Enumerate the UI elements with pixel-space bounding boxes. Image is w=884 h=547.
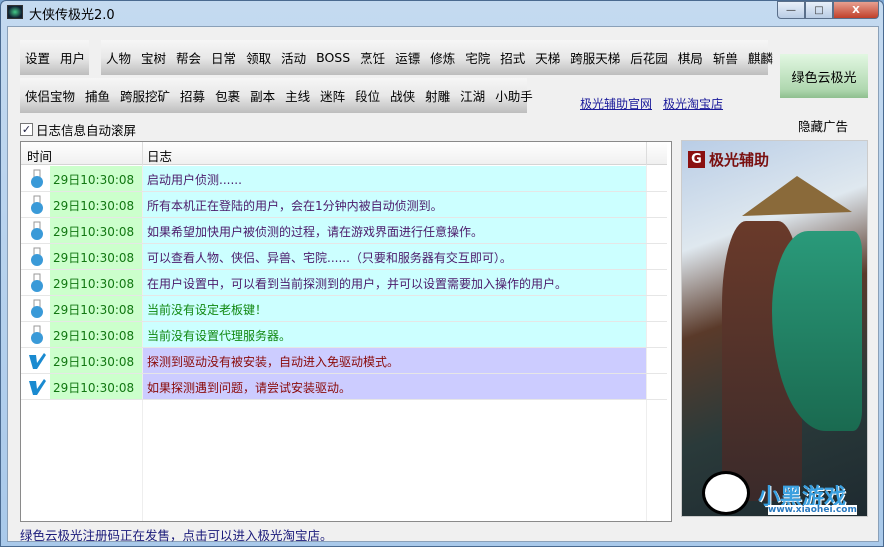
info-flask-icon <box>31 247 43 266</box>
client-area: 设置 用户 人物 宝树 帮会 日常 领取 活动 BOSS 烹饪 运镖 修炼 宅院 招式 天梯 跨服天梯 后花园… <box>7 26 879 544</box>
toolbar-button[interactable]: 宅院 <box>460 48 495 67</box>
toolbar-button[interactable]: 招募 <box>175 86 210 105</box>
column-header-time[interactable]: 时间 <box>27 146 52 165</box>
green-cloud-button[interactable]: 绿色云极光 <box>780 54 868 98</box>
column-header-log[interactable]: 日志 <box>147 146 172 165</box>
log-row[interactable]: 29日10:30:08 在用户设置中，可以看到当前探测到的用户，并可以设置需要加入… <box>21 270 667 296</box>
toolbar-button[interactable]: 捕鱼 <box>80 86 115 105</box>
log-time: 29日10:30:08 <box>50 322 142 347</box>
log-message: 如果探测遇到问题，请尝试安装驱动。 <box>143 374 646 399</box>
auto-scroll-checkbox[interactable]: ✓ 日志信息自动滚屏 <box>20 120 136 139</box>
toolbar-button[interactable]: 招式 <box>495 48 530 67</box>
log-time: 29日10:30:08 <box>50 218 142 243</box>
toolbar-button[interactable]: 小助手 <box>490 86 538 105</box>
log-message: 当前没有设置代理服务器。 <box>143 322 646 347</box>
log-time: 29日10:30:08 <box>50 270 142 295</box>
toolbar-button[interactable]: 帮会 <box>171 48 206 67</box>
hide-ad-button[interactable]: 隐藏广告 <box>798 116 848 135</box>
log-row[interactable]: 29日10:30:08 启动用户侦测...... <box>21 166 667 192</box>
toolbar-button[interactable]: 用户 <box>55 48 90 67</box>
toolbar-button[interactable]: 后花园 <box>625 48 673 67</box>
log-time: 29日10:30:08 <box>50 374 142 399</box>
toolbar-button[interactable]: 修炼 <box>425 48 460 67</box>
log-message: 所有本机正在登陆的用户，会在1分钟内被自动侦测到。 <box>143 192 646 217</box>
checkbox-check-icon[interactable]: ✓ <box>20 123 33 136</box>
info-flask-icon <box>31 169 43 188</box>
toolbar-button[interactable]: 天梯 <box>530 48 565 67</box>
toolbar-button[interactable]: 跨服天梯 <box>565 48 625 67</box>
close-button[interactable]: X <box>833 1 879 19</box>
toolbar-button[interactable]: 日常 <box>206 48 241 67</box>
toolbar-button[interactable]: 活动 <box>276 48 311 67</box>
log-message: 探测到驱动没有被安装，自动进入免驱动模式。 <box>143 348 646 373</box>
driver-check-icon <box>29 379 46 395</box>
log-list[interactable]: 时间 日志 29日10:30:08 启动用户侦测...... 29日10:30:08… <box>20 141 672 522</box>
auto-scroll-label: 日志信息自动滚屏 <box>36 123 137 138</box>
maximize-button[interactable]: □ <box>805 1 833 19</box>
toolbar-button[interactable]: 棋局 <box>673 48 708 67</box>
toolbar-button[interactable]: 副本 <box>245 86 280 105</box>
status-bar-message[interactable]: 绿色云极光注册码正在发售，点击可以进入极光淘宝店。 <box>20 525 333 544</box>
toolbar-button[interactable]: 运镖 <box>390 48 425 67</box>
log-message: 可以查看人物、侠侣、异兽、宅院......（只要和服务器有交互即可）。 <box>143 244 646 269</box>
log-message: 当前没有设定老板键！ <box>143 296 646 321</box>
log-row[interactable]: 29日10:30:08 可以查看人物、侠侣、异兽、宅院......（只要和服务器有… <box>21 244 667 270</box>
log-row[interactable]: 29日10:30:08 当前没有设定老板键！ <box>21 296 667 322</box>
toolbar-button[interactable]: 麒麟 <box>743 48 778 67</box>
info-flask-icon <box>31 273 43 292</box>
toolbar-button[interactable]: 主线 <box>280 86 315 105</box>
watermark-url: www.xiaohei.com <box>768 505 857 515</box>
taobao-store-link[interactable]: 极光淘宝店 <box>663 95 723 112</box>
toolbar-button[interactable]: 射雕 <box>420 86 455 105</box>
log-row[interactable]: 29日10:30:08 如果探测遇到问题，请尝试安装驱动。 <box>21 374 667 400</box>
toolbar-button[interactable]: 迷阵 <box>315 86 350 105</box>
log-time: 29日10:30:08 <box>50 296 142 321</box>
toolbar-button[interactable]: 设置 <box>20 48 55 67</box>
log-message: 启动用户侦测...... <box>143 166 646 191</box>
minimize-button[interactable]: — <box>777 1 805 19</box>
log-message: 在用户设置中，可以看到当前探测到的用户，并可以设置需要加入操作的用户。 <box>143 270 646 295</box>
ad-art-hat <box>742 176 852 216</box>
toolbar-button[interactable]: 人物 <box>101 48 136 67</box>
toolbar-button[interactable]: 烹饪 <box>355 48 390 67</box>
info-flask-icon <box>31 195 43 214</box>
ad-brand: G 极光辅助 <box>688 149 769 170</box>
toolbar-settings-group: 设置 用户 <box>20 40 89 75</box>
toolbar-button[interactable]: 江湖 <box>455 86 490 105</box>
panda-logo-icon <box>702 471 750 515</box>
toolbar-button[interactable]: 战侠 <box>385 86 420 105</box>
log-time: 29日10:30:08 <box>50 192 142 217</box>
log-list-header: 时间 日志 <box>21 142 667 165</box>
toolbar-button[interactable]: 段位 <box>350 86 385 105</box>
app-icon <box>7 5 23 19</box>
toolbar-button[interactable]: 领取 <box>241 48 276 67</box>
log-row[interactable]: 29日10:30:08 当前没有设置代理服务器。 <box>21 322 667 348</box>
app-window: 大侠传极光2.0 — □ X 设置 用户 人物 宝树 帮会 日常 领取 活动 BOSS 烹饪 运镖… <box>0 0 884 547</box>
brand-g-icon: G <box>688 151 705 168</box>
log-message: 如果希望加快用户被侦测的过程，请在游戏界面进行任意操作。 <box>143 218 646 243</box>
info-flask-icon <box>31 299 43 318</box>
toolbar-features-group-2: 侠侣宝物 捕鱼 跨服挖矿 招募 包裹 副本 主线 迷阵 段位 战侠 射雕 江湖 小助手 <box>20 78 533 113</box>
official-site-link[interactable]: 极光辅助官网 <box>580 95 652 112</box>
ad-brand-text: 极光辅助 <box>709 151 770 169</box>
log-row[interactable]: 29日10:30:08 探测到驱动没有被安装，自动进入免驱动模式。 <box>21 348 667 374</box>
toolbar-features-group: 人物 宝树 帮会 日常 领取 活动 BOSS 烹饪 运镖 修炼 宅院 招式 天梯 跨服天梯 后花园 棋局 斩兽麒… <box>101 40 773 75</box>
toolbar-button[interactable]: 侠侣宝物 <box>20 86 80 105</box>
log-row[interactable]: 29日10:30:08 所有本机正在登陆的用户，会在1分钟内被自动侦测到。 <box>21 192 667 218</box>
ad-banner[interactable]: G 极光辅助 小黑游戏 www.xiaohei.com <box>681 140 868 517</box>
log-time: 29日10:30:08 <box>50 348 142 373</box>
info-flask-icon <box>31 325 43 344</box>
toolbar-button[interactable]: 斩兽 <box>708 48 743 67</box>
toolbar-button[interactable]: BOSS <box>311 50 355 65</box>
log-time: 29日10:30:08 <box>50 244 142 269</box>
toolbar-button[interactable]: 包裹 <box>210 86 245 105</box>
log-time: 29日10:30:08 <box>50 166 142 191</box>
log-row[interactable]: 29日10:30:08 如果希望加快用户被侦测的过程，请在游戏界面进行任意操作。 <box>21 218 667 244</box>
toolbar-button[interactable]: 宝树 <box>136 48 171 67</box>
toolbar-button[interactable]: 跨服挖矿 <box>115 86 175 105</box>
driver-check-icon <box>29 353 46 369</box>
window-title: 大侠传极光2.0 <box>29 8 115 23</box>
info-flask-icon <box>31 221 43 240</box>
